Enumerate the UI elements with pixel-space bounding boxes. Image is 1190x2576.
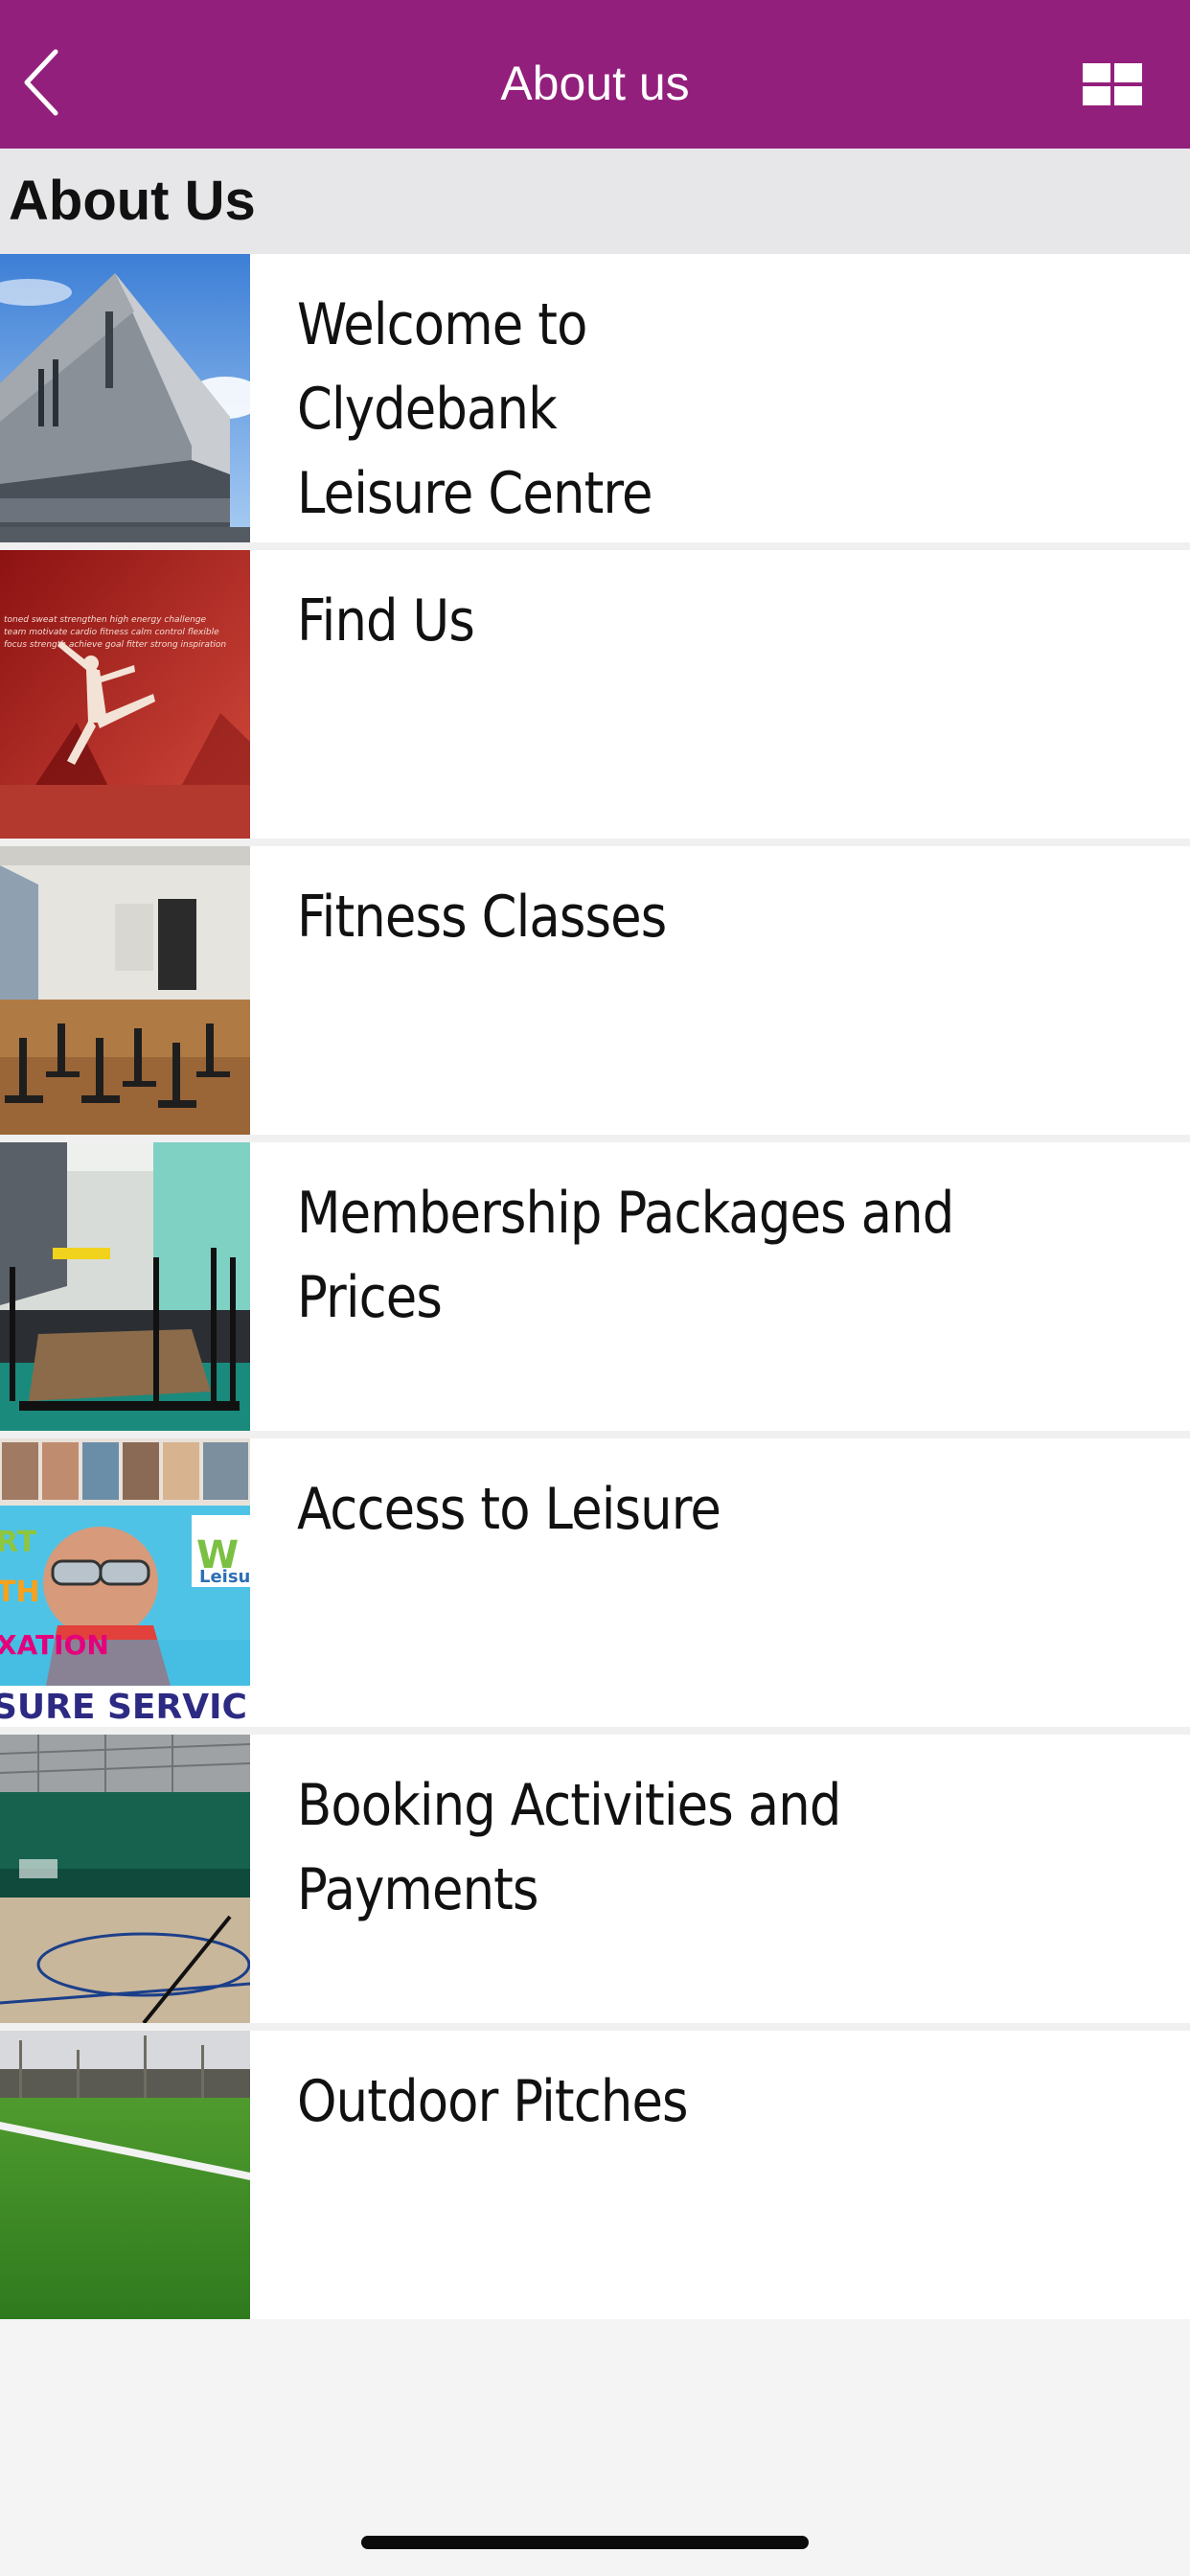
home-indicator[interactable]	[361, 2536, 809, 2549]
list-item-fitness-classes[interactable]: Fitness Classes	[0, 846, 1190, 1142]
list-item-label: Find Us	[297, 587, 475, 655]
poster-logo: Leisu	[199, 1567, 250, 1587]
divider	[0, 2023, 1190, 2031]
divider	[0, 542, 1190, 550]
list-item-label: Access to Leisure	[297, 1476, 721, 1543]
divider	[0, 1727, 1190, 1735]
spin-bikes-studio-photo	[0, 846, 250, 1135]
list-item-membership[interactable]: Membership Packages and Prices	[0, 1142, 1190, 1438]
list-item-access-to-leisure[interactable]: RT TH XATION SURE SERVICE W Leisu Access…	[0, 1438, 1190, 1735]
grid-icon	[1083, 63, 1142, 105]
poster-text: SURE SERVICE	[0, 1688, 250, 1727]
divider	[0, 1431, 1190, 1438]
divider	[0, 1135, 1190, 1142]
list-item-find-us[interactable]: toned sweat strengthen high energy chall…	[0, 550, 1190, 846]
page-title: About us	[500, 57, 690, 110]
poster-text: RT	[0, 1526, 37, 1559]
grid-menu-button[interactable]	[1083, 63, 1142, 105]
poster-text: XATION	[0, 1629, 109, 1661]
gym-equipment-photo	[0, 1142, 250, 1431]
dancer-red-wall-photo: toned sweat strengthen high energy chall…	[0, 550, 250, 839]
wall-words: toned sweat strengthen high energy chall…	[4, 615, 207, 625]
svg-text:focus strength achieve goal fi: focus strength achieve goal fitter stron…	[4, 640, 226, 650]
svg-text:team motivate cardio fitness c: team motivate cardio fitness calm contro…	[4, 628, 219, 637]
sports-hall-photo	[0, 1735, 250, 2023]
poster-text: TH	[0, 1576, 40, 1609]
section-title: About Us	[9, 170, 256, 232]
grass-pitch-photo	[0, 2031, 250, 2319]
building-exterior-photo	[0, 254, 250, 542]
section-header: About Us	[0, 149, 1190, 254]
leisure-services-poster: RT TH XATION SURE SERVICE W Leisu	[0, 1438, 250, 1727]
nav-bar: About us	[0, 0, 1190, 149]
about-list: Welcome to Clydebank Leisure Centre tone…	[0, 254, 1190, 2319]
list-item-booking[interactable]: Booking Activities and Payments	[0, 1735, 1190, 2031]
divider	[0, 839, 1190, 846]
list-item-welcome[interactable]: Welcome to Clydebank Leisure Centre	[0, 254, 1190, 550]
list-item-label: Outdoor Pitches	[297, 2068, 689, 2135]
list-item-label: Fitness Classes	[297, 884, 667, 951]
list-item-label: Welcome to Clydebank Leisure Centre	[297, 291, 653, 527]
list-item-label: Membership Packages and Prices	[297, 1180, 954, 1331]
list-item-outdoor-pitches[interactable]: Outdoor Pitches	[0, 2031, 1190, 2319]
list-item-label: Booking Activities and Payments	[297, 1772, 841, 1923]
